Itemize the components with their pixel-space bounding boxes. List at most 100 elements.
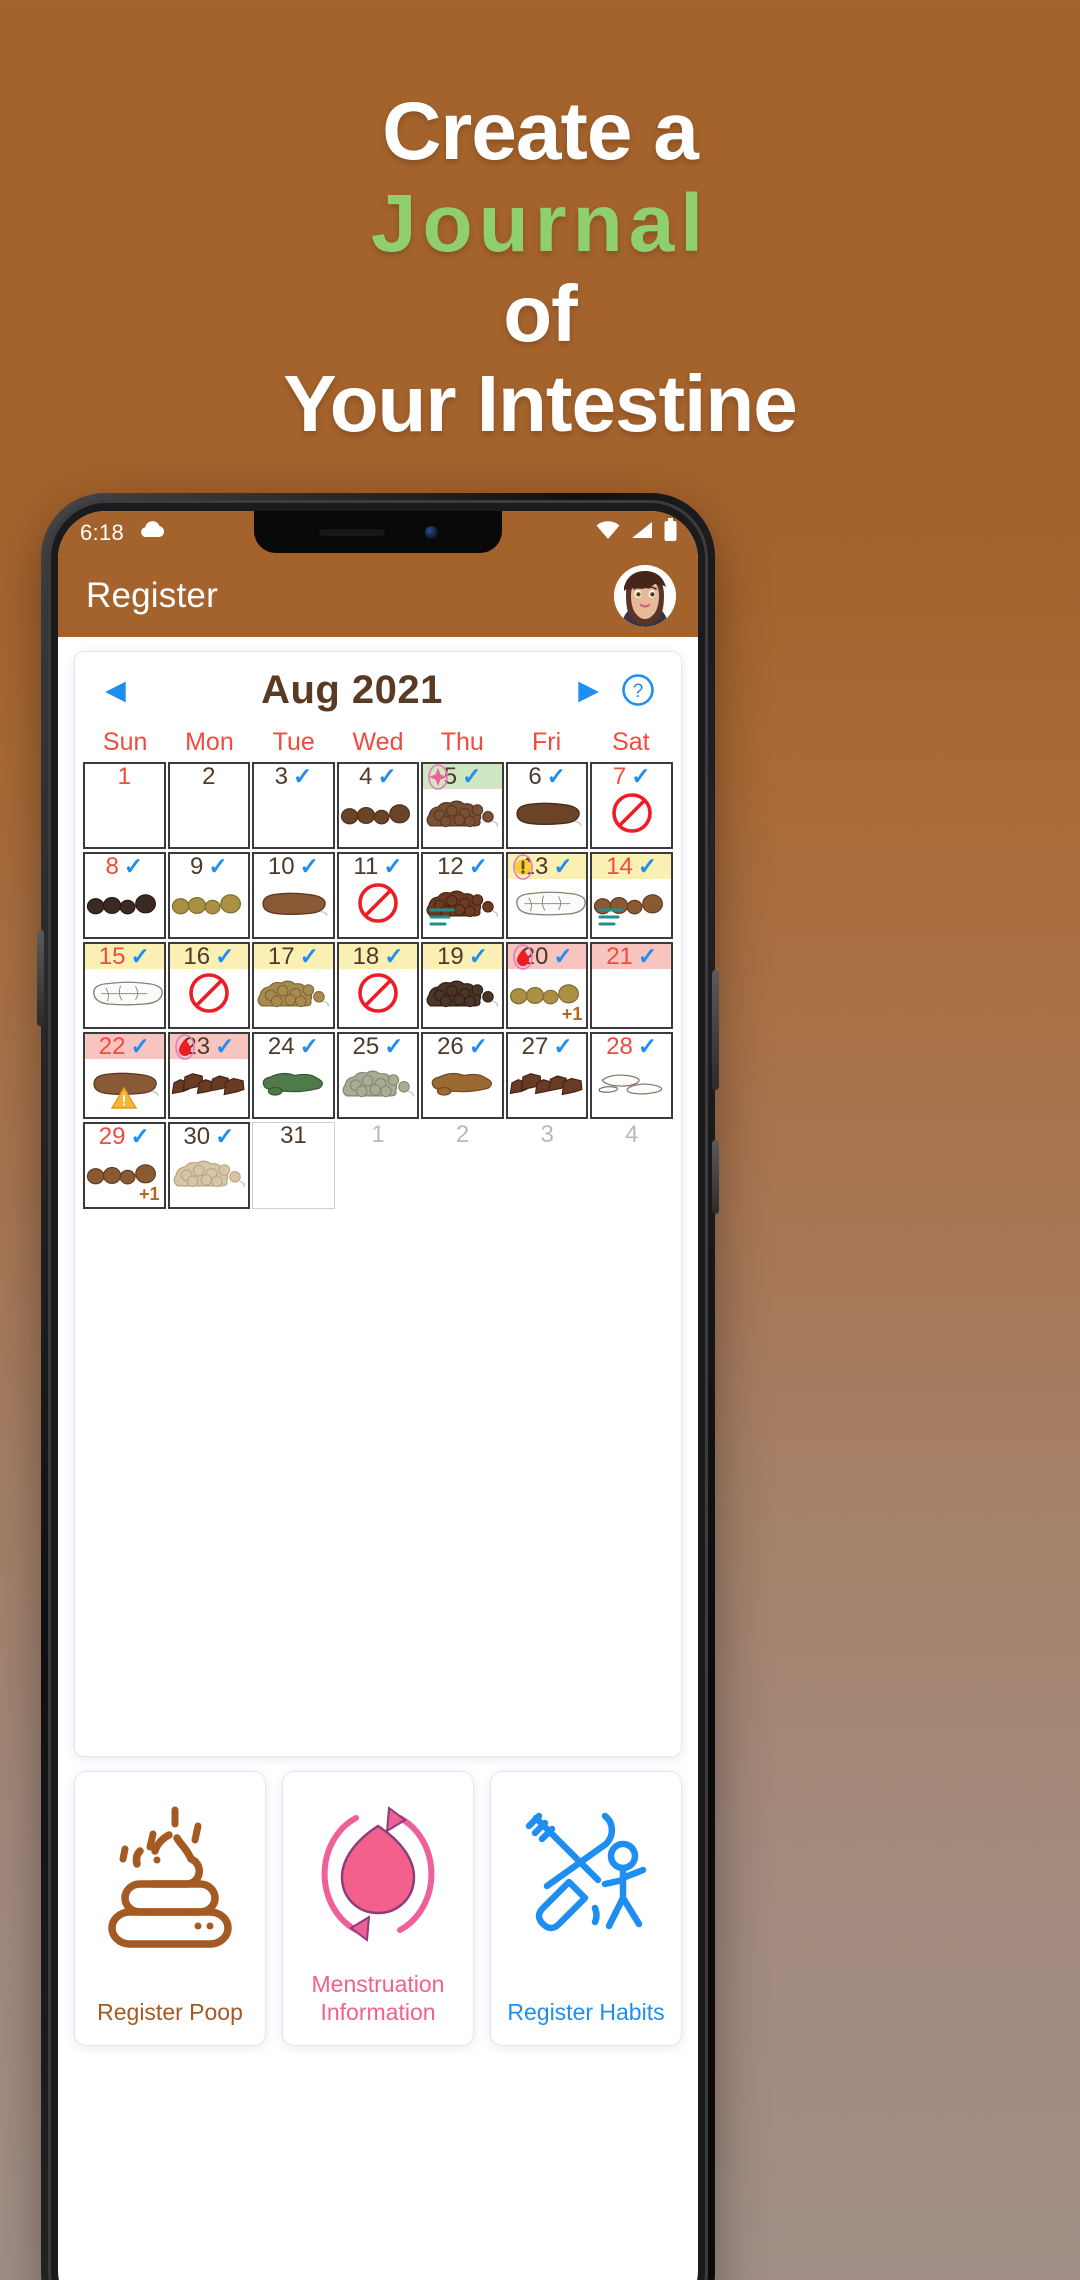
calendar-day-number: 26 bbox=[437, 1032, 464, 1060]
check-icon: ✓ bbox=[637, 853, 658, 879]
calendar-day-number: 12 bbox=[437, 852, 464, 880]
calendar-day-header: 10 ✓ bbox=[254, 854, 333, 880]
status-time: 6:18 bbox=[80, 520, 125, 545]
calendar-day-header: 22 ✓ bbox=[85, 1034, 164, 1060]
next-month-button[interactable]: ▶ bbox=[578, 676, 599, 704]
calendar-day-number: 14 bbox=[606, 852, 633, 880]
calendar-day-number: 21 bbox=[606, 942, 633, 970]
calendar-day-number: 28 bbox=[606, 1032, 633, 1060]
calendar-day-header: 20 ✓ bbox=[507, 944, 587, 970]
stool-icon bbox=[254, 1061, 333, 1105]
calendar-day-cell[interactable]: 2 bbox=[167, 762, 251, 849]
stool-icon bbox=[170, 881, 249, 925]
check-icon: ✓ bbox=[130, 1123, 150, 1149]
calendar-day-cell[interactable]: 10 ✓ bbox=[252, 852, 335, 939]
calendar-day-header: 27 ✓ bbox=[508, 1032, 587, 1060]
phone-notch bbox=[254, 511, 502, 553]
calendar-day-number: 16 bbox=[183, 942, 211, 970]
check-icon: ✓ bbox=[215, 1123, 235, 1149]
calendar-day-cell[interactable]: 4 ✓ bbox=[336, 762, 420, 849]
calendar-day-header: 2 bbox=[421, 1122, 504, 1148]
register-habits-label: Register Habits bbox=[507, 1999, 665, 2026]
stool-icon bbox=[339, 791, 418, 835]
calendar-day-cell[interactable]: 9 ✓ bbox=[167, 852, 251, 939]
check-icon: ✓ bbox=[215, 1033, 235, 1059]
calendar-day-cell[interactable]: 16 ✓ bbox=[167, 942, 251, 1029]
calendar-day-cell[interactable]: 23 ✓ bbox=[167, 1032, 251, 1119]
check-icon: ✓ bbox=[123, 853, 144, 879]
calendar-day-cell[interactable]: 22 ✓ bbox=[83, 1032, 166, 1119]
calendar-day-number: 18 bbox=[352, 942, 380, 970]
calendar-dow-fri: Fri bbox=[531, 728, 562, 756]
calendar-day-cell[interactable]: 26 ✓ bbox=[421, 1032, 504, 1119]
calendar-day-cell[interactable]: 27 ✓ bbox=[505, 1032, 589, 1119]
calendar-day-header: 13 ✓ bbox=[507, 854, 587, 880]
check-icon: ✓ bbox=[377, 763, 397, 789]
extra-count-badge: +1 bbox=[561, 1004, 583, 1024]
calendar-day-cell[interactable]: 12 ✓ bbox=[421, 852, 504, 939]
calendar-day-cell[interactable]: 6 ✓ bbox=[505, 762, 589, 849]
calendar-day-cell[interactable]: 3 ✓ bbox=[252, 762, 335, 849]
check-icon: ✓ bbox=[292, 763, 313, 789]
calendar-day-cell[interactable]: 31 bbox=[252, 1122, 335, 1209]
calendar-dow-mon: Mon bbox=[185, 728, 234, 756]
calendar-day-number: 31 bbox=[280, 1122, 307, 1149]
calendar-day-cell[interactable]: 7 ✓ bbox=[590, 762, 673, 849]
ovulation-icon bbox=[424, 764, 452, 791]
calendar-day-header: 6 ✓ bbox=[508, 764, 587, 790]
calendar-day-header: 28 ✓ bbox=[592, 1032, 671, 1060]
calendar-day-cell[interactable]: 24 ✓ bbox=[252, 1032, 335, 1119]
calendar-day-header: 1 bbox=[85, 764, 164, 790]
calendar-dow-wed: Wed bbox=[352, 728, 404, 756]
calendar-day-header: 8 ✓ bbox=[85, 853, 164, 880]
calendar-day-header: 4 bbox=[590, 1122, 673, 1148]
calendar-day-number: 27 bbox=[521, 1032, 549, 1060]
prev-month-button[interactable]: ◀ bbox=[105, 676, 126, 704]
stool-icon bbox=[254, 971, 333, 1015]
register-poop-card[interactable]: Register Poop bbox=[74, 1771, 266, 2046]
calendar-day-cell[interactable]: 19 ✓ bbox=[421, 942, 504, 1029]
calendar-day-cell[interactable]: 11 ✓ bbox=[336, 852, 420, 939]
calendar-day-header: 9 ✓ bbox=[170, 853, 249, 880]
check-icon: ✓ bbox=[553, 1033, 573, 1059]
calendar-day-number: 7 bbox=[612, 762, 627, 790]
check-icon: ✓ bbox=[468, 1033, 489, 1059]
check-icon: ✓ bbox=[208, 853, 228, 879]
check-icon: ✓ bbox=[299, 1033, 319, 1059]
calendar-day-cell: 4 bbox=[590, 1122, 673, 1209]
calendar-day-cell[interactable]: 28 ✓ bbox=[590, 1032, 673, 1119]
check-icon: ✓ bbox=[383, 853, 403, 879]
calendar-day-cell[interactable]: 18 ✓ bbox=[336, 942, 420, 1029]
calendar-day-cell[interactable]: 25 ✓ bbox=[336, 1032, 420, 1119]
register-habits-card[interactable]: Register Habits bbox=[490, 1771, 682, 2046]
calendar-day-cell[interactable]: 14 ✓ bbox=[590, 852, 673, 939]
menstruation-info-card[interactable]: Menstruation Information bbox=[282, 1771, 474, 2046]
help-icon[interactable]: ? bbox=[621, 673, 655, 707]
calendar-day-header: 7 ✓ bbox=[592, 762, 671, 790]
poop-icon bbox=[95, 1796, 245, 1956]
calendar-day-cell[interactable]: 1 bbox=[83, 762, 166, 849]
calendar-day-cell[interactable]: 8 ✓ bbox=[83, 852, 166, 939]
calendar-day-cell[interactable]: 13 ✓ bbox=[505, 852, 589, 939]
calendar-day-cell[interactable]: 5 ✓ bbox=[421, 762, 504, 849]
phone-mockup: 6:18 Register ◀ Aug 2021 ▶ ? Sun Mon Tue… bbox=[37, 493, 719, 2280]
check-icon: ✓ bbox=[468, 943, 489, 969]
calendar-day-header: 12 ✓ bbox=[423, 852, 502, 880]
phone-power-button bbox=[712, 1140, 719, 1214]
calendar-day-cell[interactable]: 29 ✓ +1 bbox=[83, 1122, 166, 1209]
check-icon: ✓ bbox=[384, 943, 404, 969]
calendar-day-cell[interactable]: 17 ✓ bbox=[252, 942, 335, 1029]
calendar-day-number: 3 bbox=[274, 762, 288, 790]
no-poop-icon bbox=[339, 971, 418, 1015]
calendar-day-cell[interactable]: 20 ✓ +1 bbox=[505, 942, 589, 1029]
calendar-day-header: 3 bbox=[506, 1122, 589, 1148]
stool-icon bbox=[508, 791, 587, 835]
avatar[interactable] bbox=[614, 565, 676, 627]
calendar-day-cell[interactable]: 15 ✓ bbox=[83, 942, 166, 1029]
calendar-day-cell[interactable]: 21 ✓ bbox=[590, 942, 673, 1029]
calendar-day-number: 2 bbox=[455, 1122, 470, 1148]
calendar-day-cell[interactable]: 30 ✓ bbox=[167, 1122, 251, 1209]
calendar-day-header: 5 ✓ bbox=[423, 764, 502, 791]
calendar-day-header: 17 ✓ bbox=[254, 944, 333, 970]
app-bar: Register bbox=[58, 555, 698, 637]
